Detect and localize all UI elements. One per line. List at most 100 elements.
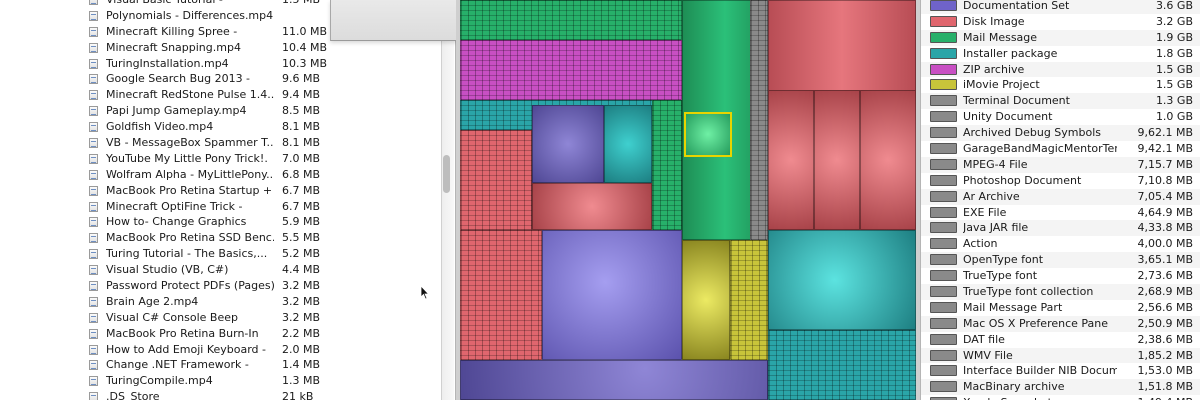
legend-row[interactable]: Installer package 1.8 GB [921, 46, 1200, 62]
file-list-item[interactable]: TuringInstallation.mp4 10.3 MB [0, 56, 340, 72]
legend-row[interactable]: Mail Message Part 2,56.6 MB [921, 300, 1200, 316]
legend-row[interactable]: iMovie Project 1.5 GB [921, 77, 1200, 93]
document-icon [89, 58, 98, 69]
treemap-block-other[interactable] [750, 0, 768, 240]
document-icon [89, 376, 98, 387]
document-icon [89, 138, 98, 149]
file-list-item[interactable]: Google Search Bug 2013 - 9.6 MB [0, 71, 340, 87]
legend-row[interactable]: MPEG-4 File 7,15.7 MB [921, 156, 1200, 173]
legend-kind-label: Installer package [963, 46, 1058, 60]
file-list-item[interactable]: TuringCompile.mp4 1.3 MB [0, 373, 340, 389]
legend-row[interactable]: GarageBandMagicMentorTem 9,42.1 MB [921, 141, 1200, 157]
treemap-block-disk-image[interactable] [460, 230, 542, 360]
file-list-item[interactable]: VB - MessageBox Spammer T... 8.1 MB [0, 135, 340, 151]
legend-row[interactable]: MacBinary archive 1,51.8 MB [921, 379, 1200, 396]
treemap-block-imovie[interactable] [682, 240, 730, 360]
legend-row[interactable]: Xcode Snapshot 1,49.4 MB [921, 395, 1200, 400]
file-list-item[interactable]: .DS_Store 21 kB [0, 389, 340, 400]
file-list-scrollbar[interactable] [441, 0, 454, 400]
treemap-block-zip[interactable] [460, 40, 682, 100]
file-size: 1.3 MB [282, 374, 321, 388]
file-list-item[interactable]: Turing Tutorial - The Basics,... 5.2 MB [0, 246, 340, 262]
file-list-item[interactable]: MacBook Pro Retina Burn-In 2.2 MB [0, 326, 340, 342]
file-list-item[interactable]: Papi Jump Gameplay.mp4 8.5 MB [0, 103, 340, 119]
file-list-item[interactable]: Minecraft Snapping.mp4 10.4 MB [0, 40, 340, 56]
legend-row[interactable]: ZIP archive 1.5 GB [921, 61, 1200, 78]
file-list-item[interactable]: MacBook Pro Retina Startup + 6.7 MB [0, 183, 340, 199]
file-size: 5.9 MB [282, 215, 321, 229]
file-size: 2.2 MB [282, 326, 321, 340]
file-list-item[interactable]: Minecraft OptiFine Trick - 6.7 MB [0, 199, 340, 215]
file-name: Turing Tutorial - The Basics,... [106, 247, 268, 261]
file-list-item[interactable]: Minecraft RedStone Pulse 1.4.... 9.4 MB [0, 87, 340, 103]
color-swatch [930, 95, 957, 107]
treemap-view[interactable] [460, 0, 916, 400]
treemap-block-mail[interactable] [652, 100, 682, 230]
color-swatch [930, 47, 957, 59]
file-list-scroll-thumb[interactable] [443, 155, 450, 193]
file-list-item[interactable]: YouTube My Little Pony Trick!. 7.0 MB [0, 151, 340, 167]
file-list-item[interactable]: Visual Basic Tutorial - 1.5 MB [0, 0, 340, 8]
file-list-item[interactable]: Minecraft Killing Spree - 11.0 MB [0, 24, 340, 40]
file-list-item[interactable]: Visual C# Console Beep 3.2 MB [0, 310, 340, 326]
file-list-item[interactable]: How to- Change Graphics 5.9 MB [0, 214, 340, 230]
file-list-item[interactable]: Brain Age 2.mp4 3.2 MB [0, 294, 340, 310]
treemap-block-documentation[interactable] [532, 105, 604, 183]
legend-row[interactable]: Mac OS X Preference Pane 2,50.9 MB [921, 315, 1200, 332]
treemap-block-installer[interactable] [768, 330, 916, 400]
legend-row[interactable]: TrueType font 2,73.6 MB [921, 268, 1200, 284]
treemap-block-mail[interactable] [460, 0, 682, 40]
legend-row[interactable]: TrueType font collection 2,68.9 MB [921, 284, 1200, 300]
legend-row[interactable]: Interface Builder NIB Docume 1,53.0 MB [921, 363, 1200, 379]
treemap-block-disk-image[interactable] [460, 130, 532, 230]
file-list-item[interactable]: How to Add Emoji Keyboard - 2.0 MB [0, 342, 340, 358]
treemap-block-disk-image[interactable] [532, 183, 652, 230]
color-swatch [930, 381, 957, 393]
treemap-block-installer[interactable] [768, 230, 916, 330]
file-list-item[interactable]: Change .NET Framework - 1.4 MB [0, 357, 340, 373]
file-name: How to Add Emoji Keyboard - [106, 342, 267, 356]
legend-row[interactable]: WMV File 1,85.2 MB [921, 347, 1200, 364]
file-list-item[interactable]: Goldfish Video.mp4 8.1 MB [0, 119, 340, 135]
legend-row[interactable]: Unity Document 1.0 GB [921, 109, 1200, 125]
treemap-block-disk-image[interactable] [768, 90, 814, 230]
file-list-item[interactable]: Polynomials - Differences.mp4 [0, 8, 340, 24]
legend-row[interactable]: Terminal Document 1.3 GB [921, 93, 1200, 110]
file-list-item[interactable]: Password Protect PDFs (Pages) 3.2 MB [0, 278, 340, 294]
file-list-item[interactable]: Wolfram Alpha - MyLittlePony... 6.8 MB [0, 167, 340, 183]
document-icon [89, 296, 98, 307]
legend-row[interactable]: Archived Debug Symbols 9,62.1 MB [921, 125, 1200, 142]
file-name: Visual Basic Tutorial - [106, 0, 274, 8]
document-icon [89, 90, 98, 101]
treemap-block-documentation[interactable] [460, 360, 768, 400]
legend-kind-size: 7,15.7 MB [1137, 157, 1193, 171]
legend-kind-size: 1.5 GB [1155, 78, 1193, 92]
legend-row[interactable]: Disk Image 3.2 GB [921, 14, 1200, 30]
legend-row[interactable]: DAT file 2,38.6 MB [921, 332, 1200, 348]
legend-row[interactable]: Action 4,00.0 MB [921, 236, 1200, 252]
legend-kind-label: Disk Image [963, 14, 1025, 28]
legend-row[interactable]: Mail Message 1.9 GB [921, 29, 1200, 46]
file-list-item[interactable]: MacBook Pro Retina SSD Benc... 5.5 MB [0, 230, 340, 246]
document-icon [89, 265, 98, 276]
legend-kind-size: 1,51.8 MB [1137, 380, 1193, 394]
legend-row[interactable]: Documentation Set 3.6 GB [921, 0, 1200, 14]
file-name: .DS_Store [106, 390, 160, 400]
file-list-item[interactable]: Visual Studio (VB, C#) 4.4 MB [0, 262, 340, 278]
legend-row[interactable]: Photoshop Document 7,10.8 MB [921, 173, 1200, 189]
legend-row[interactable]: Java JAR file 4,33.8 MB [921, 220, 1200, 237]
treemap-block-disk-image[interactable] [814, 90, 860, 230]
document-icon [89, 217, 98, 228]
treemap-block-documentation[interactable] [542, 230, 682, 360]
legend-row[interactable]: Ar Archive 7,05.4 MB [921, 188, 1200, 205]
treemap-block-disk-image[interactable] [860, 90, 916, 230]
legend-kind-size: 2,38.6 MB [1137, 332, 1193, 346]
legend-kind-size: 1,49.4 MB [1121, 395, 1197, 400]
document-icon [89, 392, 98, 400]
legend-kind-label: Photoshop Document [963, 173, 1082, 187]
treemap-block-installer[interactable] [604, 105, 652, 183]
treemap-block-imovie[interactable] [730, 240, 768, 360]
legend-kind-size: 1.5 GB [1155, 62, 1193, 76]
legend-row[interactable]: EXE File 4,64.9 MB [921, 205, 1200, 221]
legend-row[interactable]: OpenType font 3,65.1 MB [921, 252, 1200, 269]
